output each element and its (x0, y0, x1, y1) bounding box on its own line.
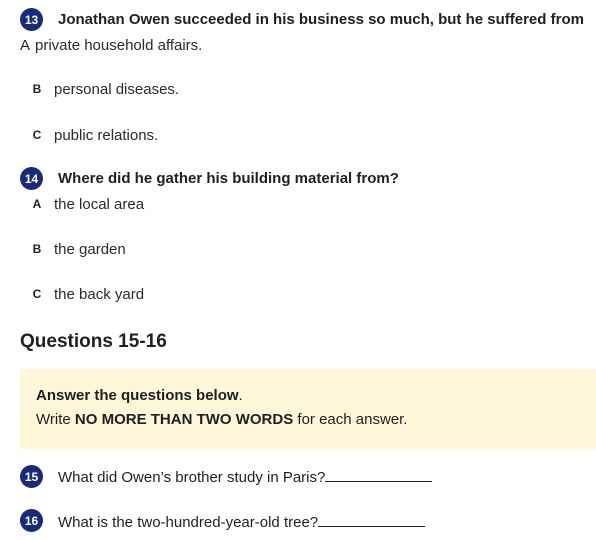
q14-option-a-letter: A (32, 197, 42, 211)
q13-option-a[interactable]: A private household affairs. (20, 35, 202, 55)
question-16-answer-blank[interactable] (318, 512, 426, 527)
instruction-line-1: Answer the questions below. (36, 387, 243, 404)
q14-option-c-letter: C (32, 287, 42, 301)
q13-option-a-letter: A (20, 36, 31, 54)
question-13-text: Jonathan Owen succeeded in his business … (58, 11, 584, 28)
question-15-number: 15 (20, 465, 43, 488)
question-14-text: Where did he gather his building materia… (58, 170, 399, 187)
q13-option-b-text: personal diseases. (54, 80, 180, 98)
q13-option-c-letter: C (32, 128, 42, 142)
question-16-number: 16 (20, 509, 43, 532)
question-14-number: 14 (20, 167, 43, 190)
instructions-box: Answer the questions below. Write NO MOR… (20, 369, 596, 449)
q13-option-b[interactable]: B personal diseases. (26, 78, 179, 100)
q13-option-a-text: private household affairs. (35, 36, 203, 54)
question-15-answer-blank[interactable] (325, 467, 433, 482)
question-15: What did Owen’s brother study in Paris? (58, 467, 433, 486)
question-16: What is the two-hundred-year-old tree? (58, 512, 426, 531)
q14-option-c[interactable]: C the back yard (26, 283, 144, 305)
q14-option-b-letter: B (32, 242, 42, 256)
q13-option-c-text: public relations. (54, 126, 159, 144)
instruction-line-2: Write NO MORE THAN TWO WORDS for each an… (36, 411, 408, 428)
q13-option-c[interactable]: C public relations. (26, 124, 159, 146)
q14-option-a-text: the local area (54, 195, 145, 213)
q14-option-c-text: the back yard (54, 285, 145, 303)
question-16-text: What is the two-hundred-year-old tree? (58, 514, 319, 531)
question-15-text: What did Owen’s brother study in Paris? (58, 469, 326, 486)
section-heading: Questions 15-16 (20, 331, 167, 352)
q13-option-b-letter: B (32, 82, 42, 96)
q14-option-a[interactable]: A the local area (26, 193, 144, 215)
question-13-number: 13 (20, 8, 43, 31)
q14-option-b-text: the garden (54, 240, 126, 258)
instruction-emphasis: NO MORE THAN TWO WORDS (74, 411, 294, 428)
q14-option-b[interactable]: B the garden (26, 238, 126, 260)
